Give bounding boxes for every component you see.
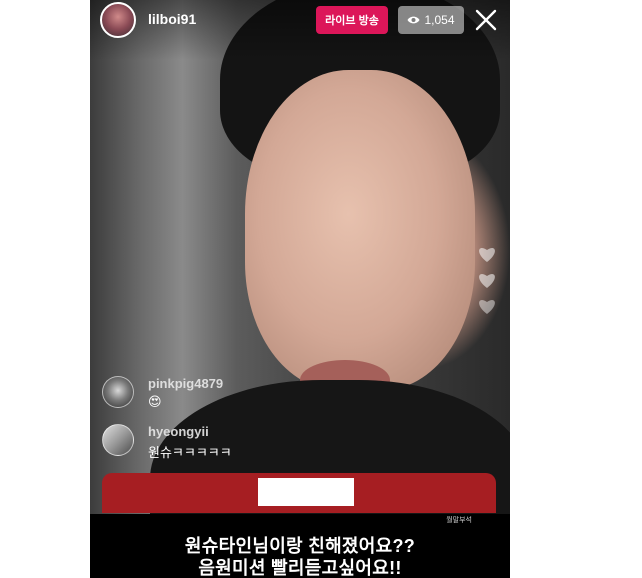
close-button[interactable]: [472, 6, 500, 34]
broadcaster-avatar[interactable]: [100, 2, 136, 38]
comment-avatar[interactable]: [102, 376, 134, 408]
redacted-question: [258, 478, 354, 506]
video-backdrop-face: [245, 70, 475, 390]
comment-avatar[interactable]: [102, 424, 134, 456]
broadcaster-username[interactable]: lilboi91: [148, 11, 196, 27]
comment-username[interactable]: hyeongyii: [148, 424, 209, 439]
heart-icon: [479, 274, 495, 288]
comment-text: 원슈ㅋㅋㅋㅋㅋ: [148, 445, 232, 460]
viewer-count-badge[interactable]: 1,054: [398, 6, 464, 34]
close-icon: [475, 9, 497, 31]
comment-text: 😍: [148, 394, 162, 409]
heart-icon: [479, 300, 495, 314]
viewer-count: 1,054: [424, 13, 455, 27]
caption-line-2: 음원미션 빨리듣고싶어요!!: [198, 558, 402, 578]
comment-username[interactable]: pinkpig4879: [148, 376, 223, 391]
heart-icon: [479, 248, 495, 262]
watermark: 월말부석: [446, 517, 472, 524]
floating-hearts: [479, 248, 495, 314]
live-video: lilboi91 라이브 방송 1,054 pinkpig4879 😍 hyeo…: [90, 0, 510, 578]
live-badge: 라이브 방송: [316, 6, 388, 34]
eye-icon: [407, 16, 420, 24]
